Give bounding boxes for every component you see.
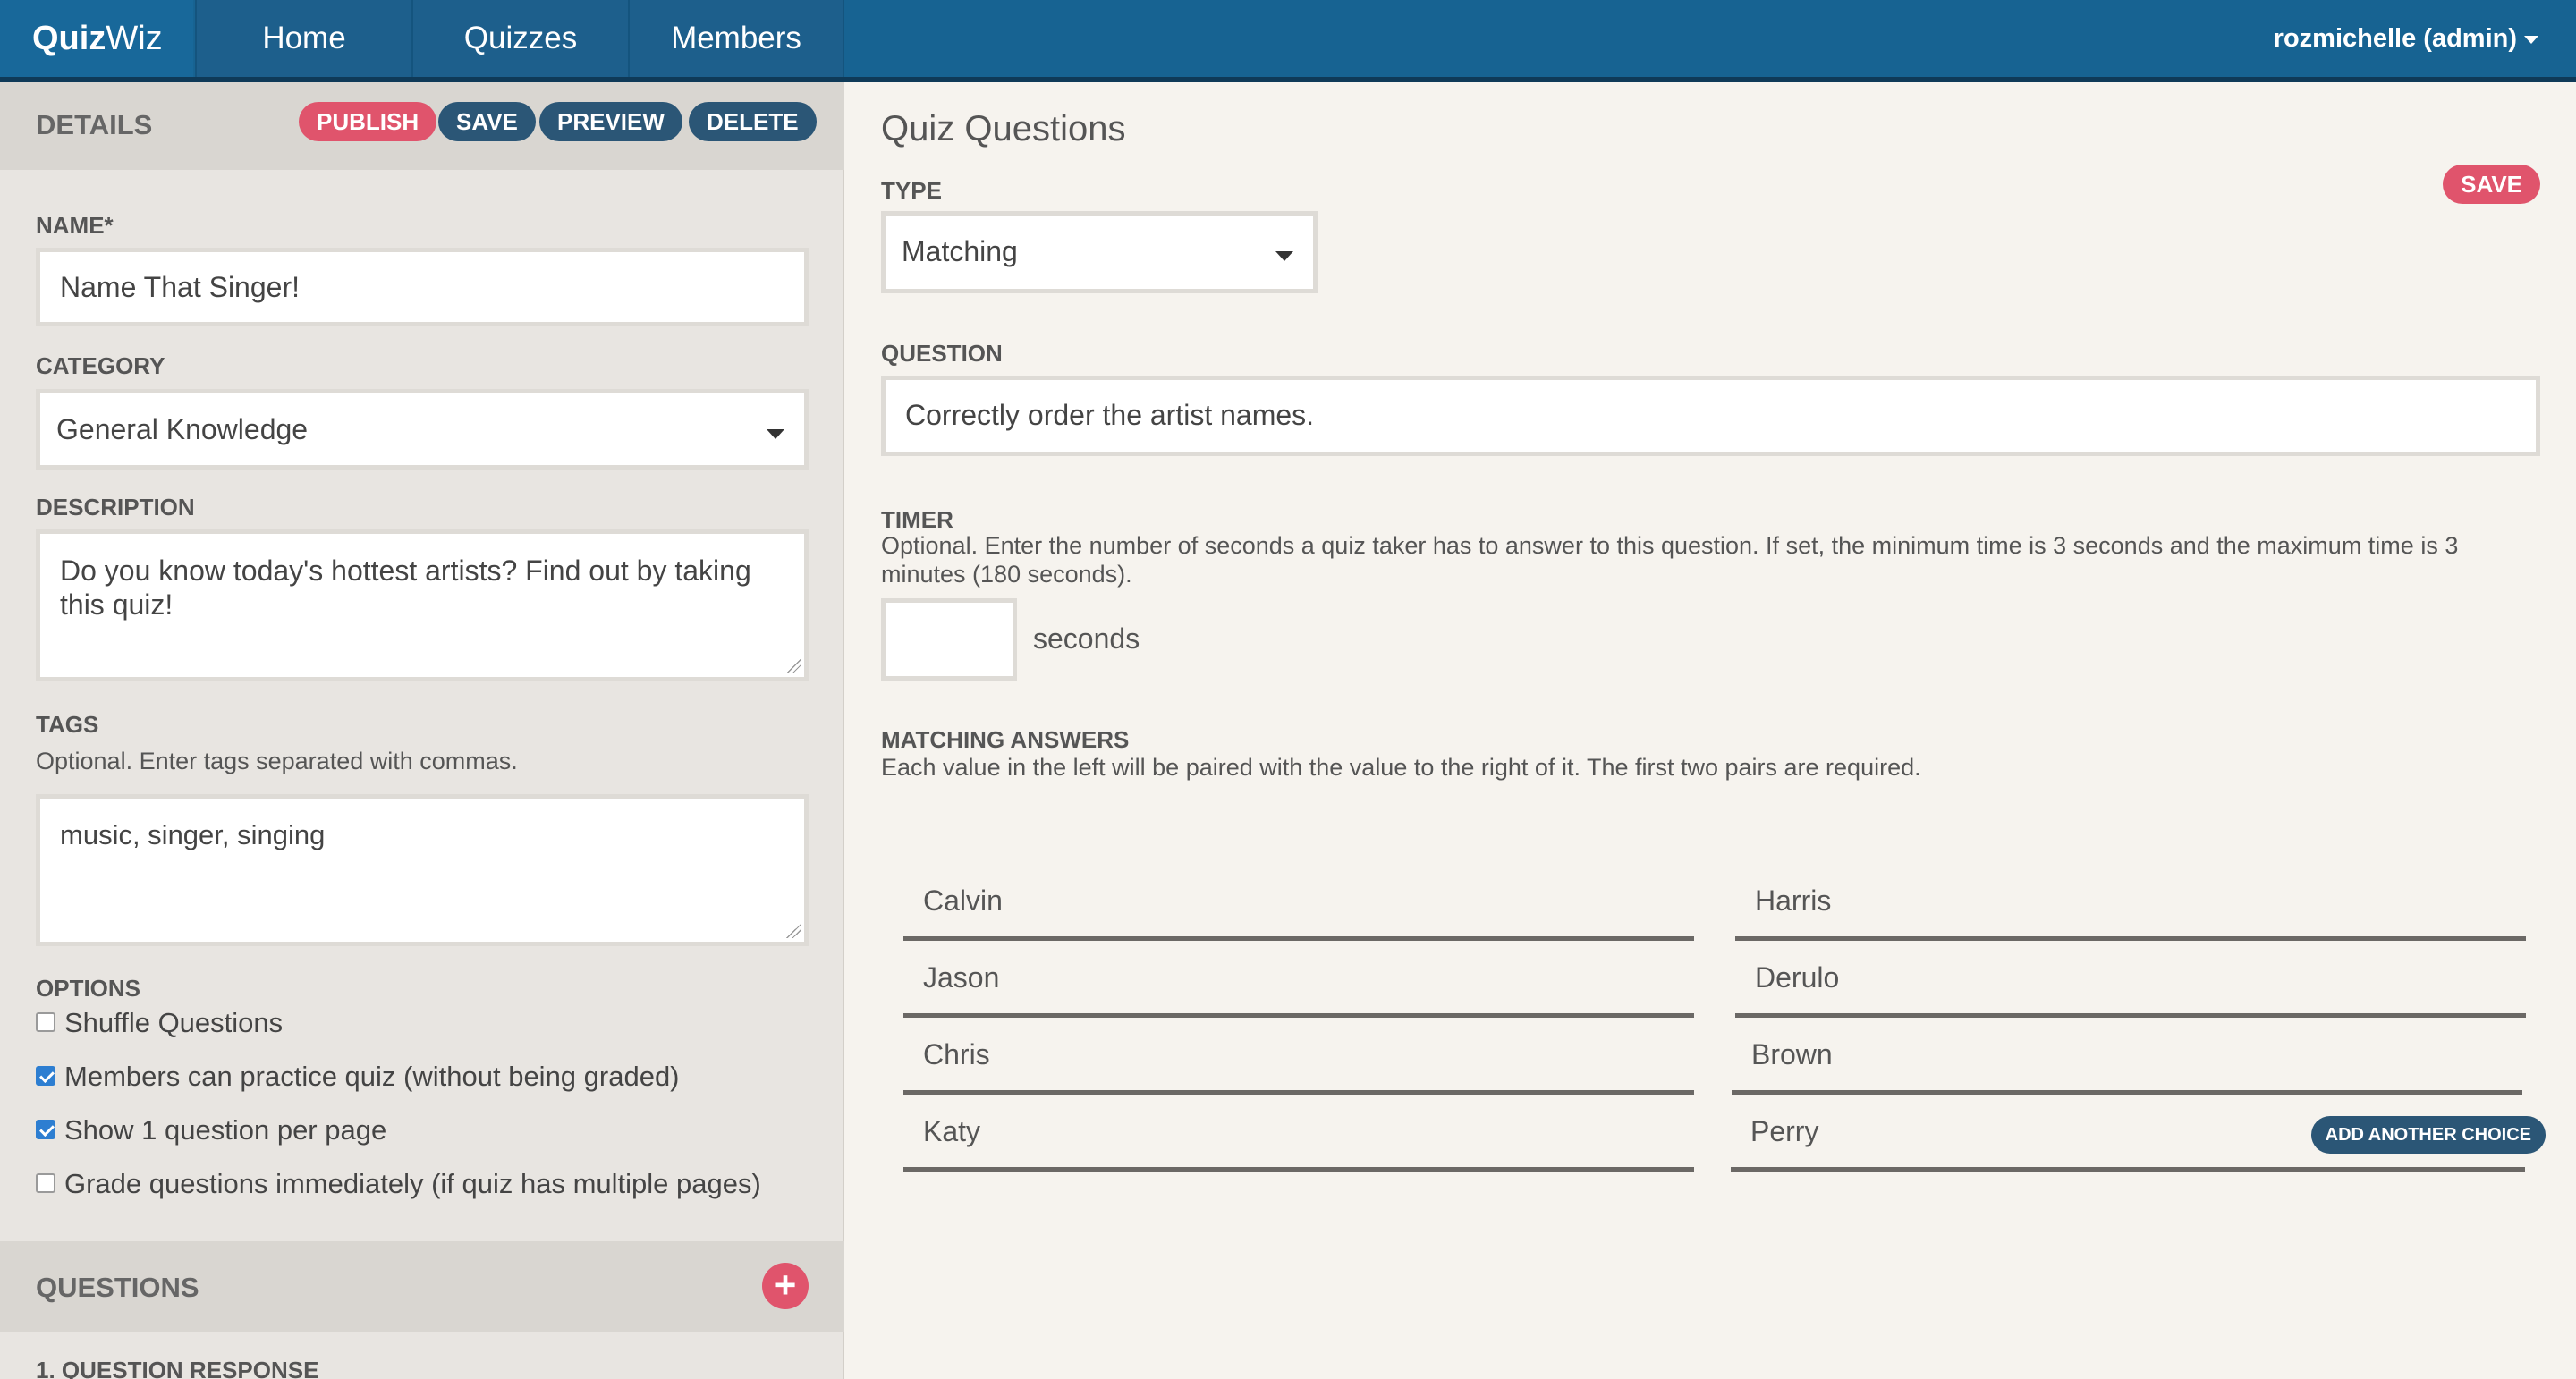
option-label: Grade questions immediately (if quiz has…	[64, 1168, 761, 1199]
type-value: Matching	[902, 235, 1018, 267]
top-navbar: QuizWiz Home Quizzes Members rozmichelle…	[0, 0, 2576, 82]
match-left-2[interactable]: Jason	[903, 946, 1694, 1018]
chevron-down-icon	[2524, 35, 2538, 44]
checkbox-checked-icon[interactable]	[36, 1119, 55, 1139]
details-title: DETAILS	[36, 109, 153, 140]
questions-title: QUESTIONS	[36, 1272, 199, 1303]
tags-help: Optional. Enter tags separated with comm…	[36, 748, 518, 774]
option-shuffle-questions[interactable]: Shuffle Questions	[36, 1005, 283, 1041]
publish-button[interactable]: PUBLISH	[299, 102, 437, 141]
details-panel: DETAILS PUBLISH SAVE PREVIEW DELETE NAME…	[0, 82, 844, 1379]
option-label: Show 1 question per page	[64, 1114, 387, 1146]
nav-quizzes[interactable]: Quizzes	[411, 0, 628, 77]
tags-textarea[interactable]: music, singer, singing	[36, 794, 809, 946]
matching-answers-help: Each value in the left will be paired wi…	[881, 754, 1921, 781]
category-value: General Knowledge	[56, 413, 309, 445]
add-question-icon[interactable]: +	[762, 1263, 809, 1309]
options-label: OPTIONS	[36, 975, 141, 1002]
description-textarea[interactable]: Do you know today's hottest artists? Fin…	[36, 529, 809, 681]
chevron-down-icon	[1275, 251, 1293, 261]
checkbox-icon[interactable]	[36, 1172, 55, 1193]
tags-value: music, singer, singing	[60, 819, 326, 850]
question-input[interactable]: Correctly order the artist names.	[881, 376, 2540, 456]
save-button[interactable]: SAVE	[438, 102, 536, 141]
question-list-item[interactable]: 1. QUESTION RESPONSE	[36, 1357, 318, 1379]
seconds-label: seconds	[1033, 622, 1140, 655]
save-question-button[interactable]: SAVE	[2443, 165, 2540, 204]
match-left-1[interactable]: Calvin	[903, 869, 1694, 941]
user-name: rozmichelle (admin)	[2273, 24, 2517, 53]
user-menu[interactable]: rozmichelle (admin)	[2274, 0, 2538, 77]
quizwiz-logo[interactable]: QuizWiz	[0, 0, 193, 77]
logo-bold-text: Quiz	[32, 20, 106, 57]
delete-button[interactable]: DELETE	[689, 102, 817, 141]
type-label: TYPE	[881, 177, 942, 204]
option-grade-immediately[interactable]: Grade questions immediately (if quiz has…	[36, 1166, 761, 1202]
details-header: DETAILS PUBLISH SAVE PREVIEW DELETE	[0, 82, 844, 170]
description-label: DESCRIPTION	[36, 494, 195, 520]
questions-header: QUESTIONS +	[0, 1241, 844, 1332]
editor-title: Quiz Questions	[881, 109, 1126, 148]
match-right-1[interactable]: Harris	[1735, 869, 2526, 941]
question-label: QUESTION	[881, 340, 1003, 367]
checkbox-icon[interactable]	[36, 1011, 55, 1032]
timer-label: TIMER	[881, 506, 953, 533]
nav-members[interactable]: Members	[628, 0, 844, 77]
match-right-2[interactable]: Derulo	[1735, 946, 2526, 1018]
timer-seconds-input[interactable]	[881, 598, 1017, 681]
option-label: Members can practice quiz (without being…	[64, 1061, 680, 1092]
description-value: Do you know today's hottest artists? Fin…	[60, 554, 751, 621]
checkbox-checked-icon[interactable]	[36, 1065, 55, 1086]
tags-label: TAGS	[36, 711, 99, 738]
category-label: CATEGORY	[36, 352, 165, 379]
name-label: NAME*	[36, 212, 114, 239]
question-type-select[interactable]: Matching	[881, 211, 1318, 293]
add-another-choice-button[interactable]: ADD ANOTHER CHOICE	[2310, 1116, 2546, 1154]
option-label: Shuffle Questions	[64, 1007, 284, 1038]
match-right-3[interactable]: Brown	[1732, 1023, 2522, 1095]
logo-light-text: Wiz	[106, 20, 163, 57]
option-practice-quiz[interactable]: Members can practice quiz (without being…	[36, 1059, 680, 1095]
option-one-question-per-page[interactable]: Show 1 question per page	[36, 1113, 386, 1148]
preview-button[interactable]: PREVIEW	[539, 102, 682, 141]
nav-home[interactable]: Home	[195, 0, 411, 77]
chevron-down-icon	[767, 429, 784, 439]
resize-handle-icon[interactable]	[786, 924, 801, 938]
category-select[interactable]: General Knowledge	[36, 389, 809, 470]
matching-answers-label: MATCHING ANSWERS	[881, 726, 1130, 753]
match-left-4[interactable]: Katy	[903, 1100, 1694, 1172]
timer-help: Optional. Enter the number of seconds a …	[881, 532, 2459, 588]
quiz-name-input[interactable]: Name That Singer!	[36, 248, 809, 326]
resize-handle-icon[interactable]	[786, 659, 801, 673]
quiz-questions-editor: Quiz Questions SAVE TYPE Matching QUESTI…	[845, 82, 2576, 1379]
match-left-3[interactable]: Chris	[903, 1023, 1694, 1095]
